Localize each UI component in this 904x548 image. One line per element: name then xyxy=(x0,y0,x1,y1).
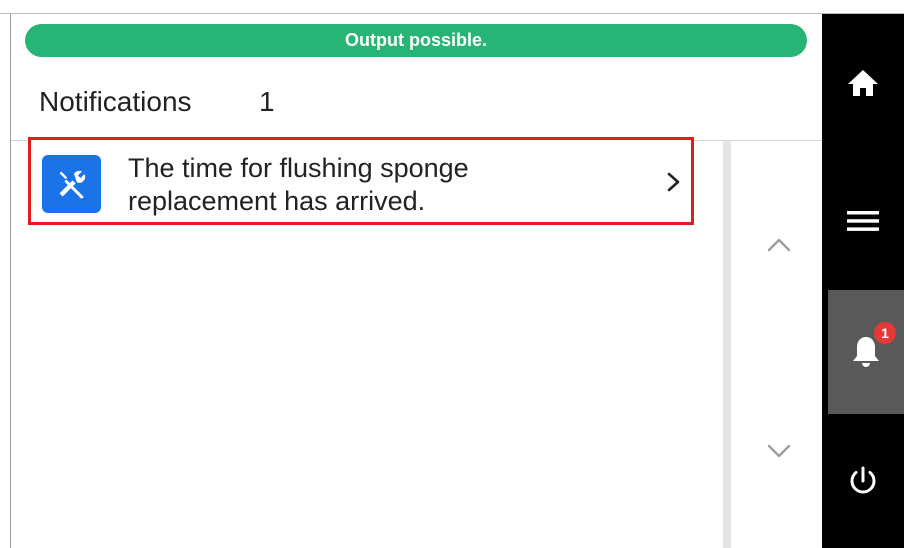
chevron-up-icon[interactable] xyxy=(763,229,795,261)
notification-count: 1 xyxy=(259,86,275,117)
top-frame xyxy=(0,0,904,14)
chevron-down-icon[interactable] xyxy=(763,435,795,467)
maintenance-tools-icon xyxy=(42,155,101,213)
notifications-header: Notifications 1 xyxy=(11,70,822,134)
notification-text: The time for flushing sponge replacement… xyxy=(128,153,469,216)
printer-panel-screen: Output possible. Notifications 1 The tim… xyxy=(0,0,904,548)
side-navigation: 1 xyxy=(822,14,904,548)
status-bar: Output possible. xyxy=(25,24,807,57)
scroll-column xyxy=(723,141,822,548)
home-button[interactable] xyxy=(822,14,904,152)
status-text: Output possible. xyxy=(345,30,487,50)
notification-item[interactable]: The time for flushing sponge replacement… xyxy=(28,137,694,225)
menu-button[interactable] xyxy=(822,152,904,290)
main-panel: Output possible. Notifications 1 The tim… xyxy=(11,14,822,548)
notification-badge: 1 xyxy=(874,322,896,344)
home-icon xyxy=(848,70,878,96)
notifications-button[interactable]: 1 xyxy=(828,290,904,414)
menu-icon xyxy=(847,211,879,231)
notification-list: The time for flushing sponge replacement… xyxy=(11,137,723,548)
page-title: Notifications xyxy=(39,86,192,117)
scrollbar-track[interactable] xyxy=(723,141,731,548)
power-button[interactable] xyxy=(822,414,904,548)
power-icon xyxy=(850,466,876,494)
chevron-right-icon xyxy=(664,170,684,194)
